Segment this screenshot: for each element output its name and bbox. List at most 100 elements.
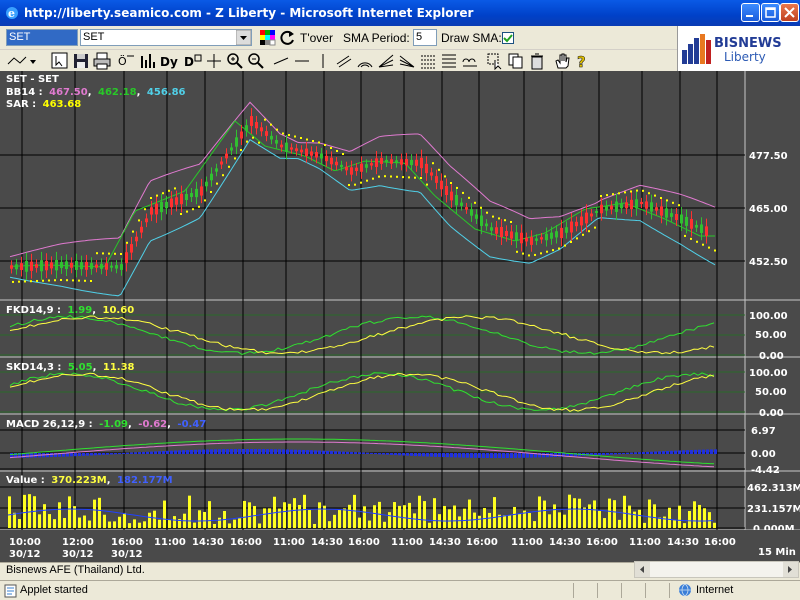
speed-line-icon[interactable] bbox=[398, 52, 416, 70]
sar-dot bbox=[660, 197, 662, 199]
sar-dot bbox=[654, 194, 656, 197]
sar-dot bbox=[588, 230, 590, 233]
candle-body bbox=[275, 140, 278, 144]
macd-histogram-bar bbox=[218, 449, 221, 454]
vertical-line-icon[interactable] bbox=[314, 52, 332, 70]
candle-body bbox=[100, 263, 103, 269]
x-tick-time: 16:00 bbox=[704, 537, 736, 548]
candle-body bbox=[465, 207, 468, 210]
volume-bar bbox=[308, 510, 311, 528]
macd-histogram-bar bbox=[142, 451, 145, 454]
trendline-icon[interactable] bbox=[272, 52, 290, 70]
line-style-icon[interactable] bbox=[6, 52, 36, 70]
candle-body bbox=[660, 206, 663, 216]
candle-body bbox=[210, 173, 213, 181]
macd-histogram-bar bbox=[434, 453, 437, 457]
zoom-out-icon[interactable] bbox=[247, 52, 265, 70]
print-icon[interactable] bbox=[93, 52, 111, 70]
candle-body bbox=[455, 194, 458, 206]
sma-period-input[interactable]: 5 bbox=[413, 29, 437, 46]
volume-bar bbox=[363, 506, 366, 528]
volume-bar bbox=[563, 514, 566, 528]
minimize-button[interactable] bbox=[741, 3, 760, 22]
macd-histogram-bar bbox=[118, 453, 121, 455]
sar-dot bbox=[708, 246, 710, 249]
chart-area[interactable]: SET - SET BB14 : 467.50, 462.18, 456.86 … bbox=[0, 71, 800, 562]
sar-dot bbox=[462, 191, 464, 194]
sar-dot bbox=[66, 279, 68, 282]
zoom-in-icon[interactable] bbox=[226, 52, 244, 70]
sar-dot bbox=[432, 162, 434, 165]
volume-bar bbox=[318, 502, 321, 528]
volume-bar bbox=[573, 498, 576, 528]
arc-icon[interactable] bbox=[356, 52, 374, 70]
volume-bar bbox=[433, 498, 436, 528]
tover-label[interactable]: T'over bbox=[300, 31, 333, 45]
close-button[interactable] bbox=[780, 3, 799, 22]
symbol-input[interactable]: SET bbox=[6, 29, 78, 46]
candle-body bbox=[360, 163, 363, 172]
channel-icon[interactable] bbox=[335, 52, 353, 70]
d-frame-icon[interactable]: D bbox=[184, 52, 202, 70]
volume-bar bbox=[23, 494, 26, 528]
candle-body bbox=[320, 153, 323, 159]
help-icon[interactable]: ? bbox=[574, 52, 592, 70]
copy-icon[interactable] bbox=[507, 52, 525, 70]
fan-icon[interactable] bbox=[377, 52, 395, 70]
hand-icon[interactable] bbox=[553, 52, 571, 70]
indicator-settings-icon[interactable]: Ӧ bbox=[118, 52, 136, 70]
dy-icon[interactable]: Dy bbox=[160, 52, 178, 70]
volume-bar bbox=[283, 502, 286, 528]
sar-dot bbox=[366, 179, 368, 182]
color-palette-icon[interactable] bbox=[259, 29, 277, 47]
volume-bar bbox=[43, 504, 46, 528]
crosshair-icon[interactable] bbox=[205, 52, 223, 70]
technical-chart[interactable]: SET - SET BB14 : 467.50, 462.18, 456.86 … bbox=[0, 71, 800, 562]
sar-dot bbox=[444, 175, 446, 178]
retracement-icon[interactable] bbox=[440, 52, 458, 70]
candle-body bbox=[370, 163, 373, 166]
macd-histogram-bar bbox=[614, 453, 617, 455]
volume-bar bbox=[373, 505, 376, 528]
horizontal-line-icon[interactable] bbox=[293, 52, 311, 70]
bar-chart-icon[interactable] bbox=[139, 52, 157, 70]
delete-icon[interactable] bbox=[528, 52, 546, 70]
macd-histogram-bar bbox=[178, 450, 181, 454]
x-tick-time: 16:00 bbox=[348, 537, 380, 548]
macd-histogram-bar bbox=[342, 451, 345, 454]
candle-body bbox=[55, 260, 58, 271]
volume-bar bbox=[688, 510, 691, 528]
macd-histogram-bar bbox=[610, 453, 613, 455]
volume-bar bbox=[478, 515, 481, 528]
macd-legend: MACD 26,12,9 : -1.09, -0.62, -0.47 bbox=[6, 419, 206, 430]
volume-bar bbox=[423, 501, 426, 528]
select-icon[interactable] bbox=[486, 52, 504, 70]
maximize-button[interactable] bbox=[761, 3, 780, 22]
cycle-icon[interactable] bbox=[461, 52, 479, 70]
save-icon[interactable] bbox=[72, 52, 90, 70]
zone-text: Internet bbox=[696, 584, 734, 596]
refresh-icon[interactable] bbox=[279, 29, 297, 47]
horizontal-scrollbar[interactable] bbox=[634, 561, 799, 578]
volume-bar bbox=[248, 502, 251, 528]
candle-body bbox=[565, 227, 568, 233]
sar-dot bbox=[606, 194, 608, 197]
sar-dot bbox=[522, 252, 524, 255]
sar-dot bbox=[18, 280, 20, 283]
candle-body bbox=[170, 198, 173, 208]
symbol-select[interactable]: SET bbox=[80, 29, 252, 46]
macd-histogram-bar bbox=[482, 453, 485, 458]
macd-histogram-bar bbox=[206, 449, 209, 454]
cursor-icon[interactable] bbox=[51, 52, 69, 70]
sma-period-label: SMA Period: bbox=[343, 31, 410, 45]
macd-histogram-bar bbox=[134, 452, 137, 454]
macd-histogram-bar bbox=[222, 449, 225, 454]
macd-histogram-bar bbox=[606, 453, 609, 455]
fibonacci-icon[interactable] bbox=[419, 52, 437, 70]
sar-dot bbox=[468, 196, 470, 199]
candle-body bbox=[265, 131, 268, 136]
macd-histogram-bar bbox=[310, 450, 313, 454]
draw-sma-checkbox[interactable] bbox=[502, 32, 514, 44]
candle-body bbox=[500, 226, 503, 238]
sar-dot bbox=[342, 153, 344, 155]
